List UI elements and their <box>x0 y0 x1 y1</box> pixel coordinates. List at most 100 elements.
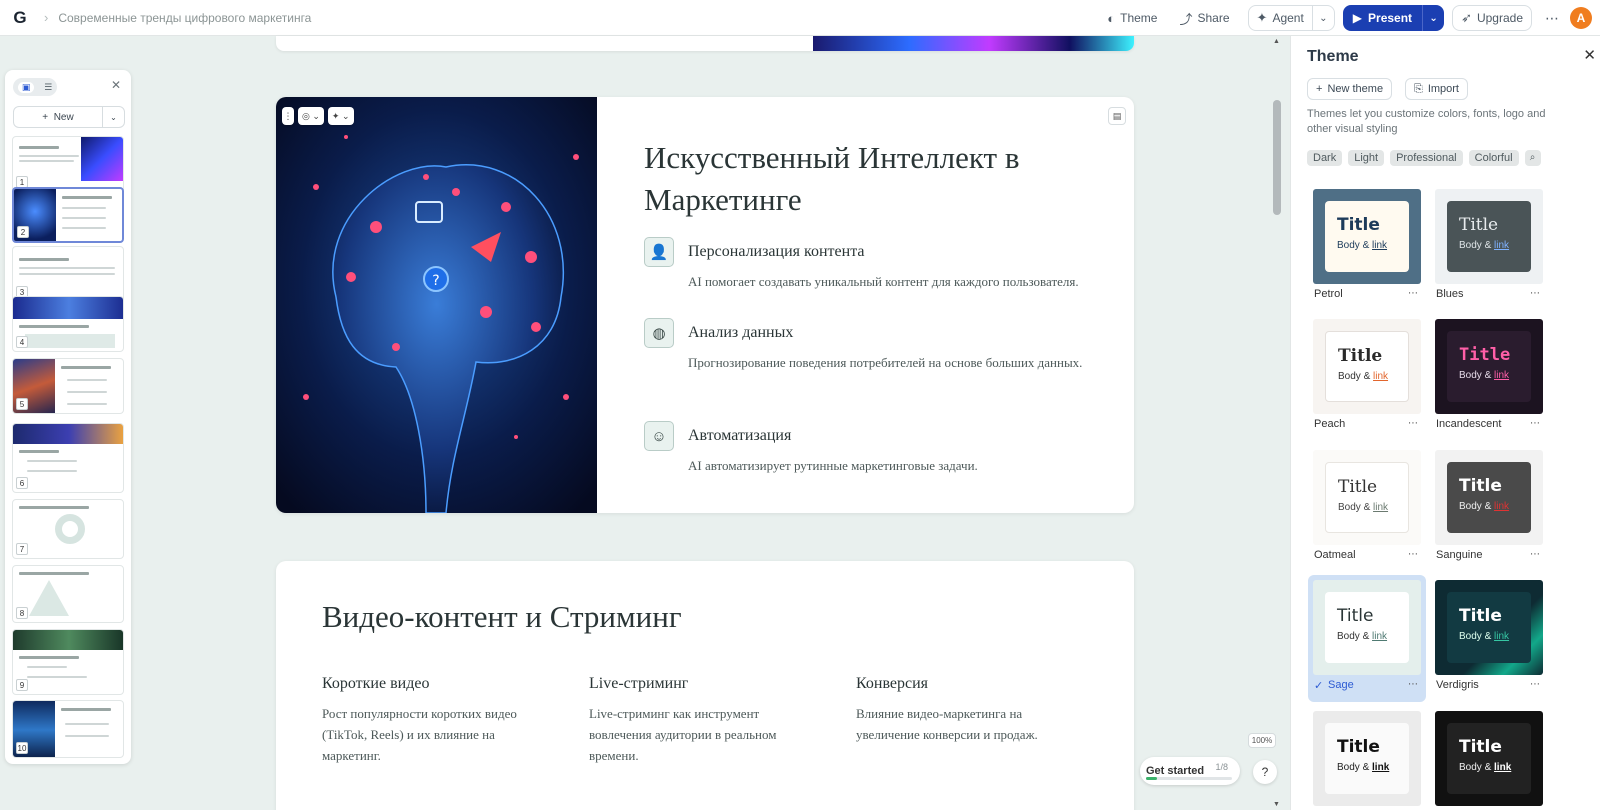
more-options-icon[interactable]: ⋯ <box>1540 10 1564 27</box>
present-dropdown-button[interactable]: ⌄ <box>1422 5 1444 31</box>
robot-icon: ☺ <box>644 421 674 451</box>
slide-thumbnail[interactable]: 3 <box>12 246 124 302</box>
column-text[interactable]: Рост популярности коротких видео (TikTok… <box>322 703 552 766</box>
slide-thumbnail[interactable]: 10 <box>12 700 124 758</box>
slide-thumbnail[interactable]: 7 <box>12 499 124 559</box>
help-button[interactable]: ? <box>1253 760 1277 784</box>
more-options-icon[interactable]: ⋯ <box>1530 288 1540 299</box>
present-button[interactable]: ▶ Present <box>1343 5 1422 31</box>
column-text[interactable]: Live-стриминг как инструмент вовлечения … <box>589 703 819 766</box>
theme-card-petrol[interactable]: Title Body & link Petrol ⋯ <box>1308 184 1426 311</box>
theme-preview: Title Body & link <box>1313 450 1421 545</box>
new-slide-button[interactable]: + New <box>14 112 102 123</box>
list-view-icon[interactable]: ☰ <box>44 82 52 93</box>
slide-thumbnail[interactable]: 4 <box>12 296 124 352</box>
theme-card-peach[interactable]: Title Body & link Peach ⋯ <box>1308 314 1426 441</box>
more-options-icon[interactable]: ⋯ <box>1408 679 1418 690</box>
more-options-icon[interactable]: ⋯ <box>1530 549 1540 560</box>
present-group: ▶ Present ⌄ <box>1342 5 1445 31</box>
feature-heading[interactable]: Анализ данных <box>688 324 793 342</box>
card-style-button[interactable]: ◎ ⌄ <box>298 107 324 125</box>
upgrade-button[interactable]: ➶ Upgrade <box>1452 5 1532 31</box>
new-theme-label: New theme <box>1327 83 1384 95</box>
avatar[interactable]: A <box>1570 7 1592 29</box>
theme-card[interactable]: Title Body & link <box>1430 706 1548 810</box>
theme-preview-link: link <box>1372 631 1388 642</box>
theme-card-blues[interactable]: Title Body & link Blues ⋯ <box>1430 184 1548 311</box>
theme-preview-body: Body & <box>1459 501 1495 512</box>
view-toggle[interactable]: ▣ ☰ <box>13 78 57 96</box>
previous-slide-card[interactable] <box>276 36 1134 51</box>
filter-tag[interactable]: Professional <box>1390 150 1463 166</box>
canvas-scrollbar[interactable]: ▲ ▼ <box>1271 36 1283 810</box>
card-layout-icon[interactable]: ▤ <box>1108 107 1126 125</box>
theme-card-oatmeal[interactable]: Title Body & link Oatmeal ⋯ <box>1308 445 1426 572</box>
feature-heading[interactable]: Персонализация контента <box>688 243 864 261</box>
slide-number: 10 <box>16 742 28 754</box>
app-logo[interactable]: G <box>8 5 32 30</box>
grid-view-icon[interactable]: ▣ <box>17 81 35 93</box>
thumb-line <box>27 470 77 472</box>
feature-heading[interactable]: Автоматизация <box>688 427 791 445</box>
slide-thumbnail[interactable]: 5 <box>12 358 124 414</box>
thumb-line <box>27 666 67 668</box>
document-title[interactable]: Современные тренды цифрового маркетинга <box>58 11 311 25</box>
more-options-icon[interactable]: ⋯ <box>1530 418 1540 429</box>
agent-button[interactable]: ✦ Agent <box>1249 6 1312 30</box>
thumb-line <box>67 391 107 393</box>
slide-thumbnail[interactable]: 1 <box>12 136 124 192</box>
more-options-icon[interactable]: ⋯ <box>1408 549 1418 560</box>
column-heading[interactable]: Live-стриминг <box>589 675 819 693</box>
new-theme-button[interactable]: + New theme <box>1307 78 1393 100</box>
agent-dropdown-button[interactable]: ⌄ <box>1311 6 1334 30</box>
theme-card-sage[interactable]: Title Body & link ✓ Sage ⋯ <box>1308 575 1426 702</box>
column-text[interactable]: Влияние видео-маркетинга на увеличение к… <box>856 703 1086 745</box>
scrollbar-thumb[interactable] <box>1273 100 1281 215</box>
slide-title[interactable]: Видео-контент и Стриминг <box>322 599 682 635</box>
share-button[interactable]: ⤴ Share <box>1171 5 1237 31</box>
theme-card-verdigris[interactable]: Title Body & link Verdigris ⋯ <box>1430 575 1548 702</box>
slide-title[interactable]: Искусственный Интеллект в Маркетинге <box>644 137 1084 221</box>
drag-handle-icon[interactable]: ⋮ <box>282 107 294 125</box>
more-options-icon[interactable]: ⋯ <box>1408 418 1418 429</box>
more-options-icon[interactable]: ⋯ <box>1530 679 1540 690</box>
theme-card-sanguine[interactable]: Title Body & link Sanguine ⋯ <box>1430 445 1548 572</box>
filter-tag[interactable]: Colorful <box>1468 150 1519 166</box>
feature-text[interactable]: AI автоматизирует рутинные маркетинговые… <box>688 455 1093 476</box>
slides-sidebar: ▣ ☰ ✕ + New ⌄ 1 2 3 4 5 6 7 8 9 10 <box>5 70 131 764</box>
slide-number: 2 <box>17 226 29 238</box>
feature-text[interactable]: Прогнозирование поведения потребителей н… <box>688 352 1093 373</box>
column-heading[interactable]: Короткие видео <box>322 675 552 693</box>
slide-thumbnail[interactable]: 9 <box>12 629 124 695</box>
scroll-up-icon[interactable]: ▲ <box>1273 38 1280 45</box>
slide-thumbnail[interactable]: 8 <box>12 565 124 623</box>
slide-card-video[interactable]: Видео-контент и Стриминг Короткие видео … <box>276 561 1134 810</box>
slide-card-ai[interactable]: ? ⋮ ◎ ⌄ ✦ ⌄ ▤ Искусственный Интеллект в … <box>276 97 1134 513</box>
search-icon[interactable]: ⌕ <box>1524 150 1541 166</box>
slide-number: 7 <box>16 543 28 555</box>
theme-card[interactable]: Title Body & link <box>1308 706 1426 810</box>
theme-button[interactable]: ◐ Theme <box>1099 5 1165 31</box>
close-icon[interactable]: ✕ <box>1583 46 1596 64</box>
slide-thumbnail[interactable]: 2 <box>12 187 124 243</box>
thumb-title <box>61 366 111 369</box>
filter-tag[interactable]: Light <box>1348 150 1385 166</box>
column-heading[interactable]: Конверсия <box>856 675 1086 693</box>
card-ai-button[interactable]: ✦ ⌄ <box>327 107 354 125</box>
thumb-line <box>19 160 74 162</box>
more-options-icon[interactable]: ⋯ <box>1408 288 1418 299</box>
scroll-down-icon[interactable]: ▼ <box>1273 801 1280 808</box>
import-button[interactable]: ⎘ Import <box>1405 78 1468 100</box>
close-icon[interactable]: ✕ <box>111 78 121 92</box>
filter-tag[interactable]: Dark <box>1307 150 1343 166</box>
upgrade-button-label: Upgrade <box>1476 11 1523 25</box>
theme-preview-title: Title <box>1459 476 1502 496</box>
theme-card-incandescent[interactable]: Title Body & link Incandescent ⋯ <box>1430 314 1548 441</box>
theme-preview-title: Title <box>1338 346 1383 366</box>
theme-preview-title: Title <box>1459 606 1502 626</box>
zoom-level[interactable]: 100% <box>1248 733 1276 748</box>
slide-thumbnail[interactable]: 6 <box>12 423 124 493</box>
chevron-down-icon[interactable]: ⌄ <box>102 107 124 127</box>
get-started-widget[interactable]: Get started 1/8 <box>1140 757 1240 785</box>
feature-text[interactable]: AI помогает создавать уникальный контент… <box>688 271 1093 292</box>
